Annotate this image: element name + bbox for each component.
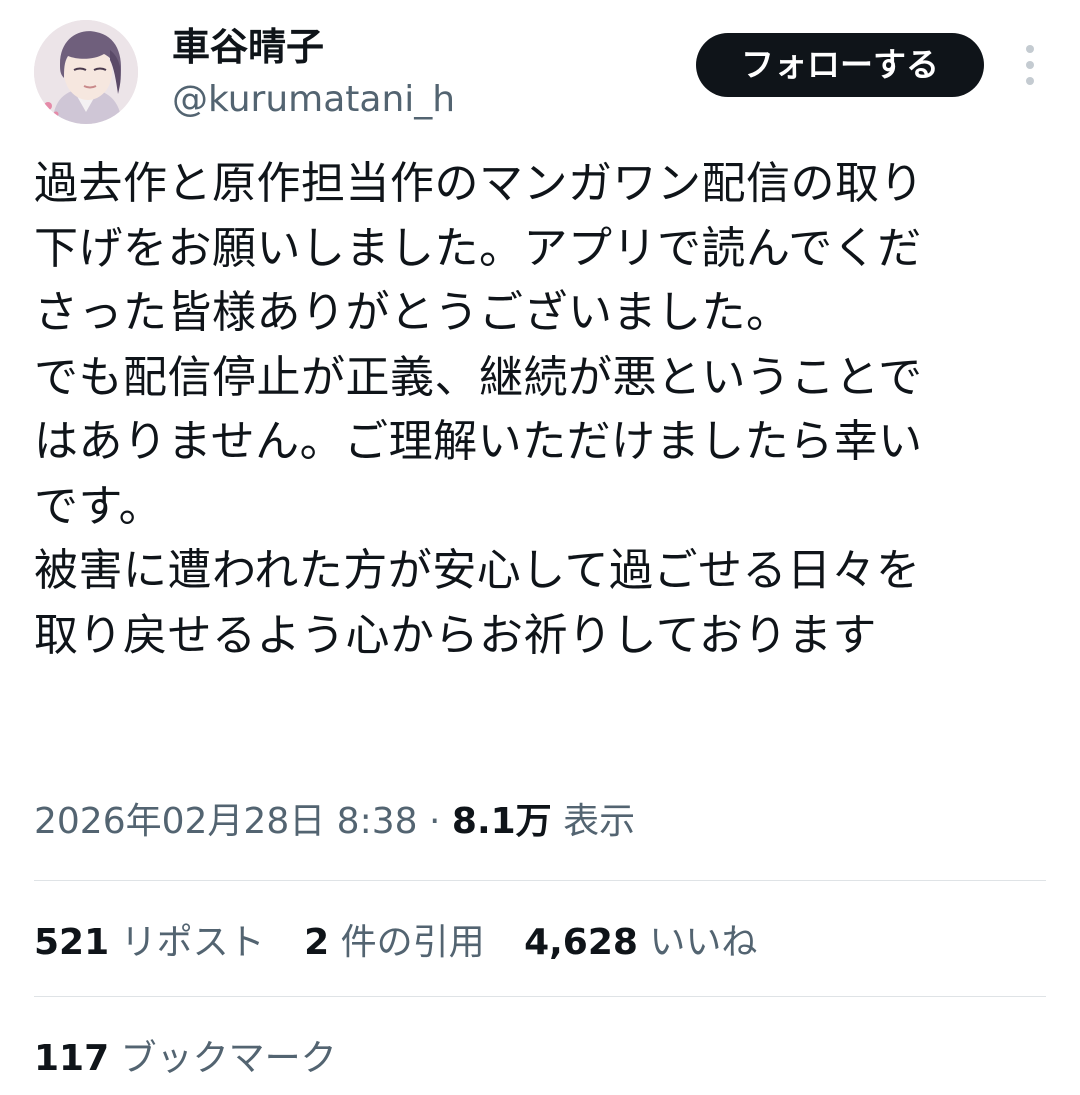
tweet-meta: 2026年02月28日 8:38 · 8.1万 表示	[34, 797, 635, 847]
likes-count: 4,628	[524, 922, 638, 963]
follow-button[interactable]: フォローする	[696, 33, 984, 97]
more-vertical-icon[interactable]	[1020, 42, 1040, 88]
tweet-text-line: 過去作と原作担当作のマンガワン配信の取り	[34, 158, 924, 209]
tweet-text-line: はありません。ご理解いただけましたら幸い	[34, 416, 923, 467]
likes-stat[interactable]: 4,628 いいね	[524, 915, 757, 971]
tweet-text: 過去作と原作担当作のマンガワン配信の取り 下げをお願いしました。アプリで読んでく…	[34, 152, 1044, 668]
reposts-stat[interactable]: 521 リポスト	[34, 915, 265, 971]
tweet-timestamp[interactable]: 2026年02月28日 8:38	[34, 801, 418, 842]
bookmarks-stat[interactable]: 117 ブックマーク	[34, 1031, 337, 1087]
tweet-text-line: でも配信停止が正義、継続が悪ということで	[34, 351, 923, 403]
engagement-stats: 521 リポスト 2 件の引用 4,628 いいね	[34, 915, 785, 971]
user-info[interactable]: 車谷晴子 @kurumatani_h	[172, 24, 455, 124]
quotes-label: 件の引用	[340, 922, 485, 963]
reposts-label: リポスト	[120, 922, 265, 963]
tweet-header: 車谷晴子 @kurumatani_h フォローする	[34, 20, 1046, 130]
avatar-illustration	[34, 20, 138, 124]
user-handle[interactable]: @kurumatani_h	[172, 76, 455, 124]
tweet-text-line: 下げをお願いしました。アプリで読んでくだ	[34, 222, 922, 274]
tweet-text-line: さった皆様ありがとうございました。	[34, 287, 791, 338]
tweet-text-line: 取り戻せるよう心からお祈りしております	[34, 609, 877, 661]
bookmarks-label: ブックマーク	[120, 1038, 337, 1079]
quotes-stat[interactable]: 2 件の引用	[304, 915, 485, 971]
bookmarks-count: 117	[34, 1038, 110, 1079]
tweet-text-line: です。	[34, 480, 164, 532]
reposts-count: 521	[34, 922, 110, 963]
views-count: 8.1万	[451, 801, 552, 842]
avatar[interactable]	[34, 20, 138, 124]
meta-separator: ·	[428, 801, 441, 842]
bookmark-stat-row: 117 ブックマーク	[34, 1031, 365, 1087]
likes-label: いいね	[649, 922, 758, 963]
views-label: 表示	[563, 801, 636, 842]
divider	[34, 880, 1046, 881]
divider	[34, 996, 1046, 997]
display-name[interactable]: 車谷晴子	[172, 24, 455, 70]
quotes-count: 2	[304, 922, 330, 963]
tweet-text-line: 被害に遭われた方が安心して過ごせる日々を	[34, 545, 921, 596]
